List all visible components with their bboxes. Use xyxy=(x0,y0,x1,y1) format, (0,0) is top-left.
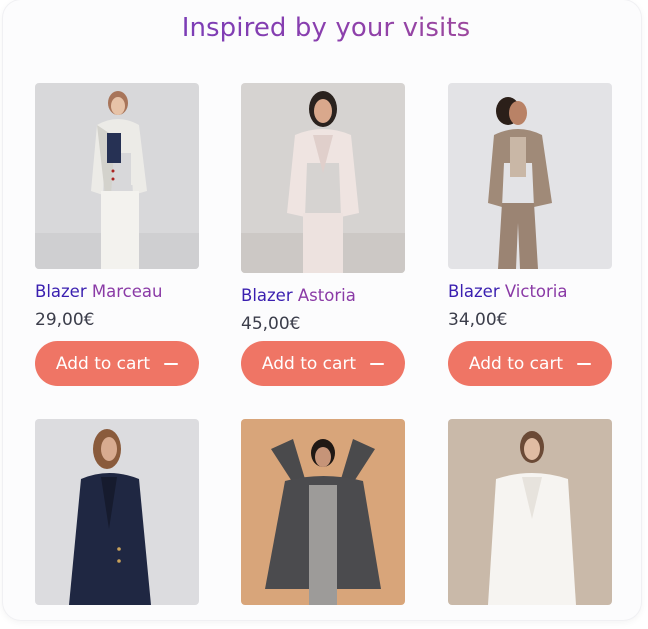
product-photo-marceau[interactable] xyxy=(35,83,199,269)
add-to-cart-label: Add to cart xyxy=(468,353,564,374)
section-title: Inspired by your visits xyxy=(3,13,641,43)
product-photo-5[interactable] xyxy=(241,419,405,605)
product-photo-victoria[interactable] xyxy=(448,83,612,269)
product-price: 29,00€ xyxy=(35,310,95,330)
product-name-astoria[interactable]: Blazer Astoria xyxy=(241,286,356,305)
add-to-cart-button[interactable]: Add to cart xyxy=(241,341,405,386)
recommendations-panel: Inspired by your visits Blazer Marceau 2… xyxy=(3,0,641,620)
product-photo-image xyxy=(35,83,199,269)
add-to-cart-label: Add to cart xyxy=(55,353,151,374)
product-photo-image xyxy=(241,83,405,273)
product-name-victoria[interactable]: Blazer Victoria xyxy=(448,282,568,301)
product-photo-image xyxy=(241,419,405,605)
product-photo-image xyxy=(448,419,612,605)
add-to-cart-label: Add to cart xyxy=(261,353,357,374)
minus-icon xyxy=(577,362,592,365)
product-photo-image xyxy=(35,419,199,605)
minus-icon xyxy=(370,362,385,365)
product-photo-6[interactable] xyxy=(448,419,612,605)
product-price: 45,00€ xyxy=(241,314,301,334)
product-price: 34,00€ xyxy=(448,310,508,330)
product-photo-image xyxy=(448,83,612,269)
product-photo-4[interactable] xyxy=(35,419,199,605)
add-to-cart-button[interactable]: Add to cart xyxy=(448,341,612,386)
product-photo-astoria[interactable] xyxy=(241,83,405,273)
add-to-cart-button[interactable]: Add to cart xyxy=(35,341,199,386)
minus-icon xyxy=(164,362,179,365)
product-name-marceau[interactable]: Blazer Marceau xyxy=(35,282,162,301)
